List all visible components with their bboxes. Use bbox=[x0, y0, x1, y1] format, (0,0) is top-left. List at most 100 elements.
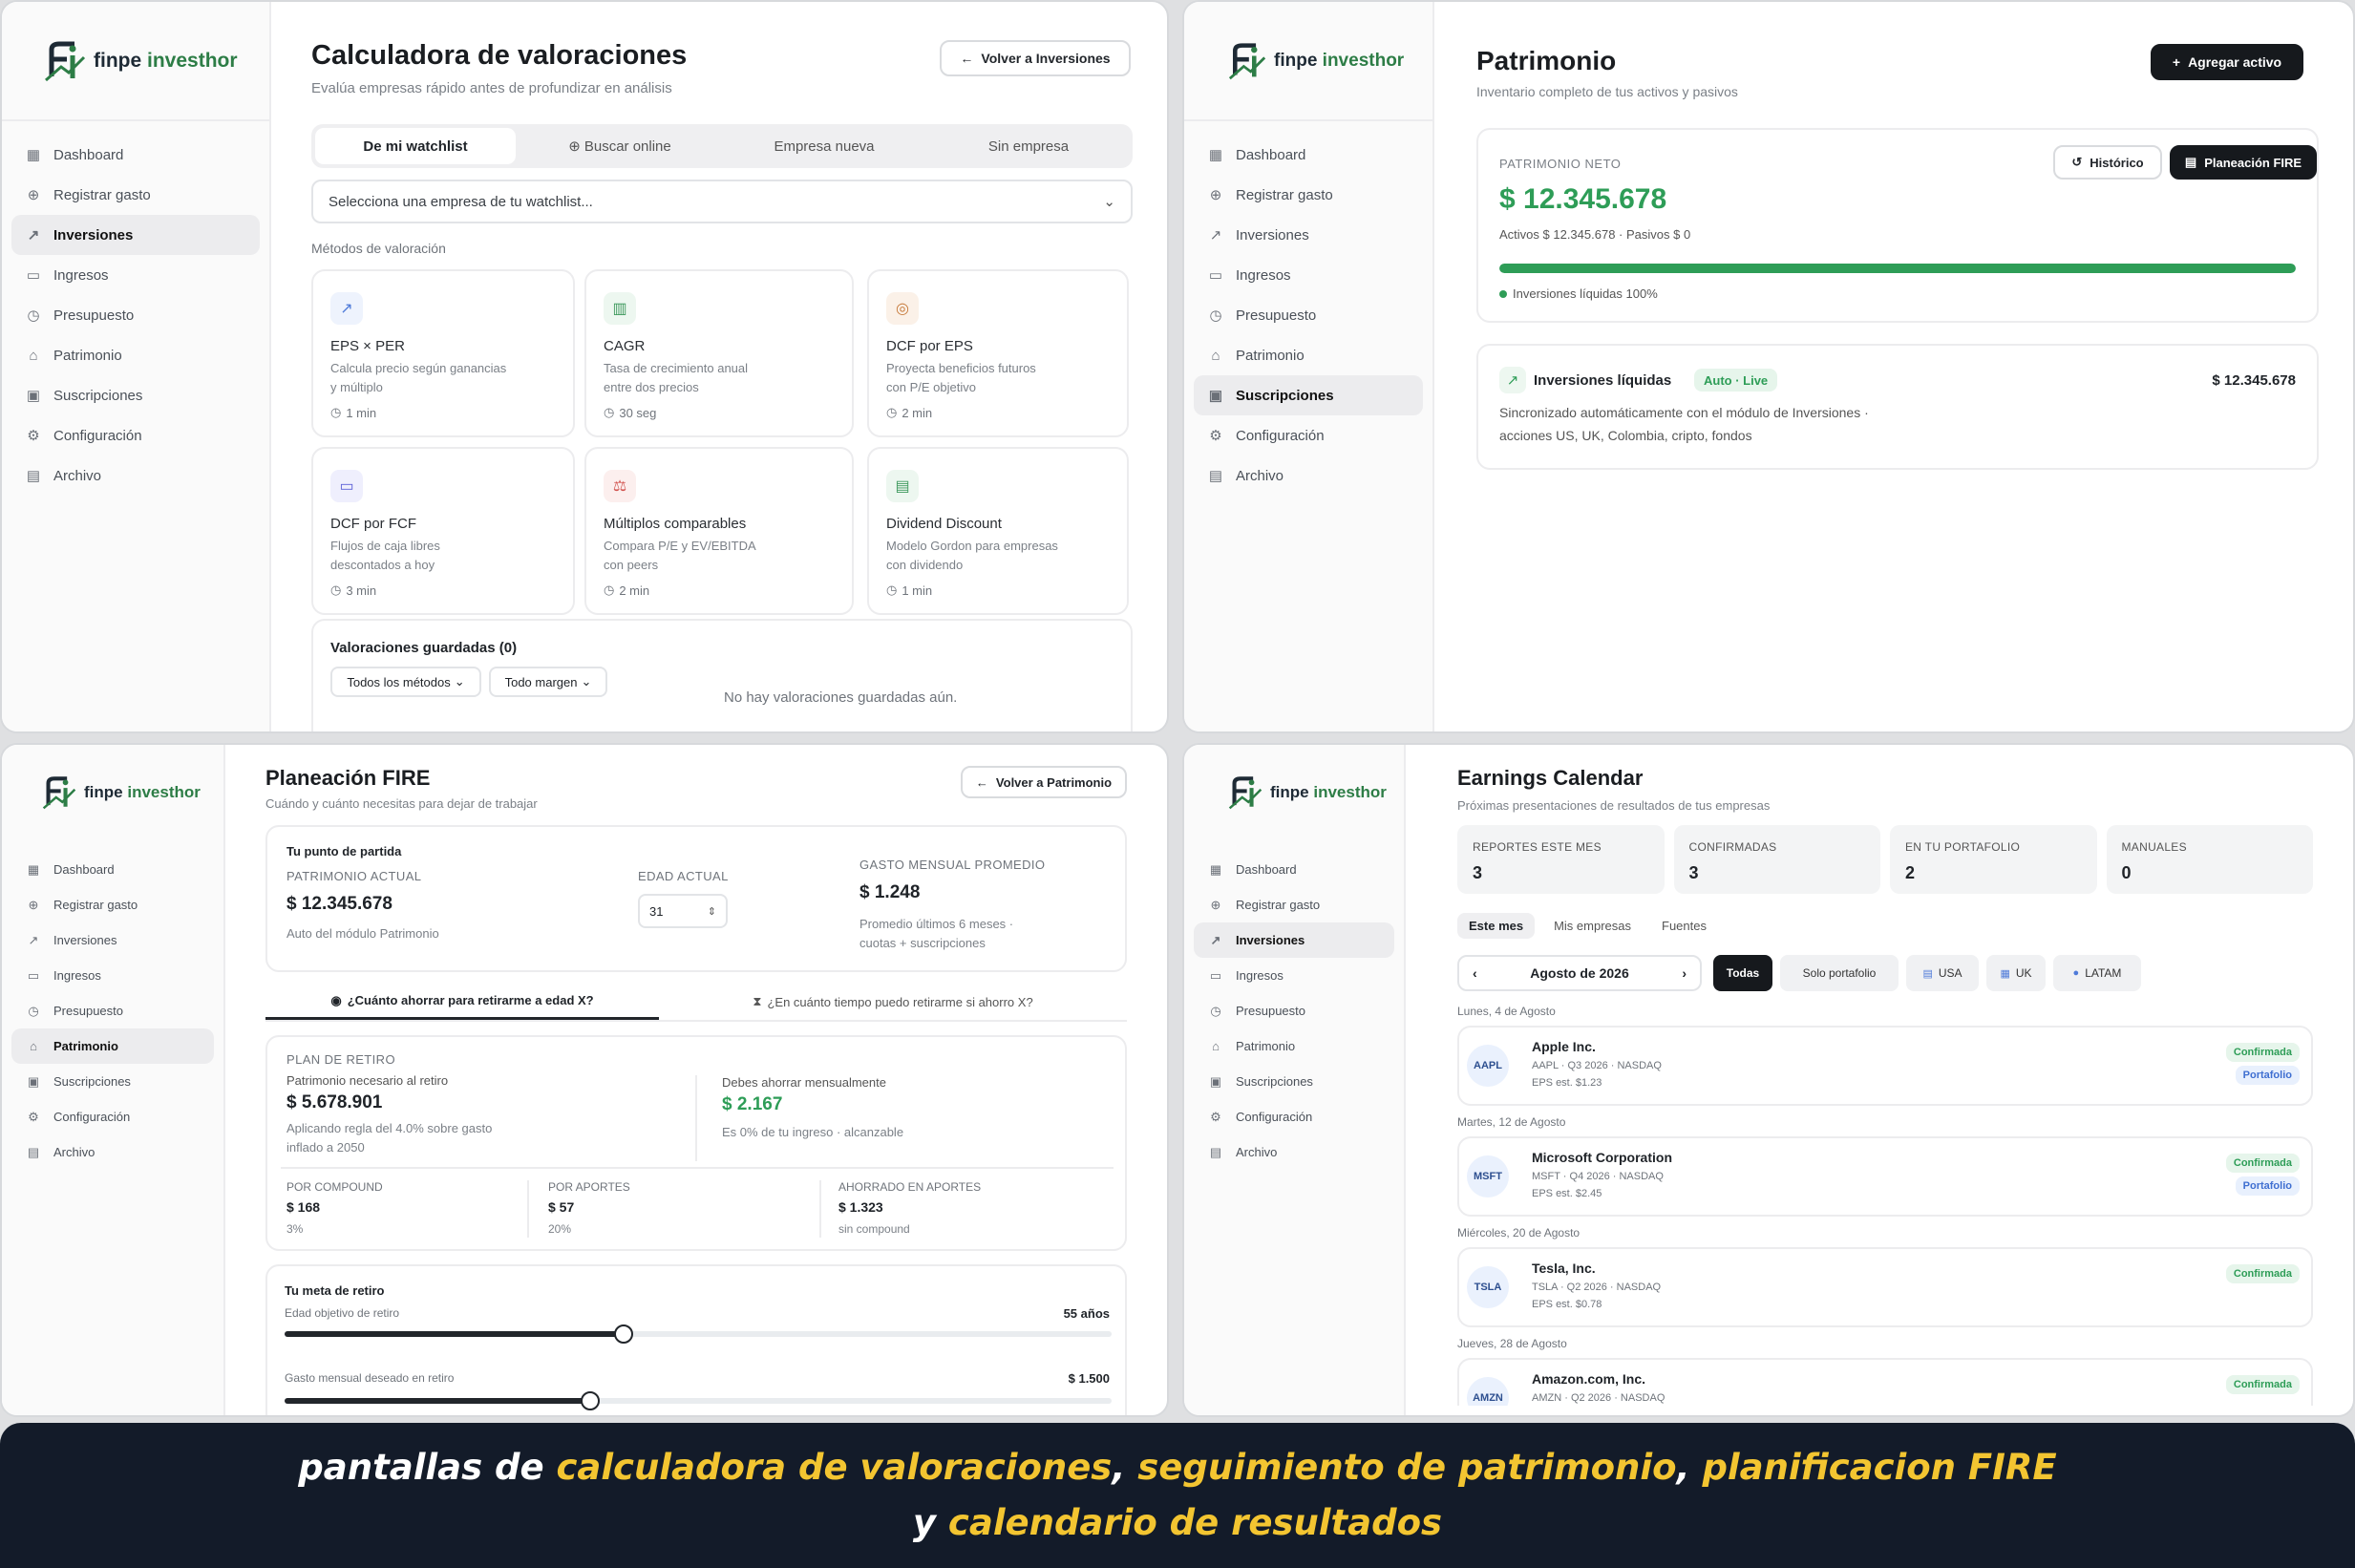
slider-thumb[interactable] bbox=[581, 1391, 601, 1410]
company-select[interactable]: Selecciona una empresa de tu watchlist..… bbox=[311, 180, 1133, 223]
sidebar-item-subscriptions[interactable]: ▣ Suscripciones bbox=[1194, 375, 1423, 415]
desired-spend-slider[interactable] bbox=[285, 1391, 1112, 1410]
sidebar-item-networth[interactable]: ⌂ Patrimonio bbox=[1194, 1028, 1394, 1064]
slider-thumb[interactable] bbox=[614, 1324, 634, 1344]
method-card[interactable]: ⚖ Múltiplos comparables Compara P/E y EV/E… bbox=[584, 447, 854, 615]
sidebar-nav: ▦ Dashboard ⊕ Registrar gasto ↗ Inversiones ▭ I… bbox=[2, 121, 269, 509]
sidebar-item-budget[interactable]: ◷ Presupuesto bbox=[1194, 993, 1394, 1028]
brand-logo[interactable]: finpe investhor bbox=[42, 773, 201, 812]
filter-chip[interactable]: Solo portafolio bbox=[1780, 955, 1899, 991]
sidebar-item-budget[interactable]: ◷ Presupuesto bbox=[11, 295, 260, 335]
tab-new-company[interactable]: Empresa nueva bbox=[724, 128, 924, 164]
margin-filter[interactable]: Todo margen ⌄ bbox=[489, 667, 607, 697]
tab-my-companies[interactable]: Mis empresas bbox=[1542, 913, 1643, 939]
sidebar: finpe investhor ▦ Dashboard ⊕ Registrar gas… bbox=[1184, 2, 1434, 731]
sidebar-item-investments[interactable]: ↗ Inversiones bbox=[11, 922, 214, 958]
sidebar-item-budget[interactable]: ◷ Presupuesto bbox=[1194, 295, 1423, 335]
sidebar-item-label: Archivo bbox=[53, 1145, 95, 1159]
sidebar-item-subscriptions[interactable]: ▣ Suscripciones bbox=[1194, 1064, 1394, 1099]
saved-contrib-note: sin compound bbox=[838, 1222, 910, 1236]
sidebar-item-register-expense[interactable]: ⊕ Registrar gasto bbox=[1194, 175, 1423, 215]
sidebar-item-dashboard[interactable]: ▦ Dashboard bbox=[11, 135, 260, 175]
target-age-slider[interactable] bbox=[285, 1324, 1112, 1344]
add-asset-button[interactable]: + Agregar activo bbox=[2151, 44, 2303, 80]
company-meta: AMZN · Q2 2026 · NASDAQ bbox=[1532, 1392, 1665, 1404]
slider-fill bbox=[285, 1331, 625, 1337]
tab-save-for-age[interactable]: ◉ ¿Cuánto ahorrar para retirarme a edad X… bbox=[265, 984, 659, 1020]
clock-icon: ◷ bbox=[1210, 1003, 1221, 1018]
sidebar-item-label: Registrar gasto bbox=[53, 898, 138, 912]
sidebar-item-income[interactable]: ▭ Ingresos bbox=[1194, 958, 1394, 993]
sidebar-item-subscriptions[interactable]: ▣ Suscripciones bbox=[11, 1064, 214, 1099]
fire-planning-button[interactable]: ▤ Planeación FIRE bbox=[2170, 145, 2317, 180]
earnings-row[interactable]: AAPL Apple Inc. AAPL · Q3 2026 · NASDAQ EPS… bbox=[1457, 1026, 2313, 1106]
method-card[interactable]: ▭ DCF por FCF Flujos de caja libres descont… bbox=[311, 447, 575, 615]
earnings-row[interactable]: AMZN Amazon.com, Inc. AMZN · Q2 2026 · NAS… bbox=[1457, 1358, 2313, 1406]
method-card[interactable]: ◎ DCF por EPS Proyecta beneficios futuros c… bbox=[867, 269, 1129, 437]
sidebar-item-networth[interactable]: ⌂ Patrimonio bbox=[11, 1028, 214, 1064]
plan-divider-horizontal bbox=[281, 1167, 1114, 1169]
ticker-avatar: TSLA bbox=[1467, 1266, 1509, 1308]
sidebar-item-investments[interactable]: ↗ Inversiones bbox=[1194, 215, 1423, 255]
uk-flag-icon: ▦ bbox=[2000, 967, 2010, 980]
tab-time-to-retire[interactable]: ⧗ ¿En cuánto tiempo puedo retirarme si ah… bbox=[659, 984, 1127, 1020]
sidebar-item-budget[interactable]: ◷ Presupuesto bbox=[11, 993, 214, 1028]
stepper-arrows-icon[interactable]: ⇕ bbox=[708, 905, 716, 918]
sidebar-item-investments[interactable]: ↗ Inversiones bbox=[11, 215, 260, 255]
sidebar-item-archive[interactable]: ▤ Archivo bbox=[11, 456, 260, 496]
method-card[interactable]: ▤ Dividend Discount Modelo Gordon para emp… bbox=[867, 447, 1129, 615]
sidebar-item-networth[interactable]: ⌂ Patrimonio bbox=[1194, 335, 1423, 375]
filter-chip[interactable]: Todas bbox=[1713, 955, 1772, 991]
sidebar-item-settings[interactable]: ⚙ Configuración bbox=[11, 415, 260, 456]
age-stepper[interactable]: 31 ⇕ bbox=[638, 894, 728, 928]
sidebar-item-income[interactable]: ▭ Ingresos bbox=[11, 958, 214, 993]
confirmed-badge: Confirmada bbox=[2225, 1264, 2300, 1283]
sidebar-item-label: Presupuesto bbox=[1236, 307, 1317, 324]
tab-search-online[interactable]: ⊕ Buscar online bbox=[520, 128, 720, 164]
sidebar-item-dashboard[interactable]: ▦ Dashboard bbox=[1194, 135, 1423, 175]
chevron-left-icon[interactable]: ‹ bbox=[1473, 965, 1477, 981]
sidebar-item-archive[interactable]: ▤ Archivo bbox=[11, 1134, 214, 1170]
sidebar-item-register-expense[interactable]: ⊕ Registrar gasto bbox=[11, 175, 260, 215]
brand-logo[interactable]: finpe investhor bbox=[1228, 40, 1404, 82]
sidebar-item-register-expense[interactable]: ⊕ Registrar gasto bbox=[11, 887, 214, 922]
sidebar-item-investments[interactable]: ↗ Inversiones bbox=[1194, 922, 1394, 958]
tab-watchlist[interactable]: De mi watchlist bbox=[315, 128, 516, 164]
sidebar-item-dashboard[interactable]: ▦ Dashboard bbox=[11, 852, 214, 887]
stat-value: 3 bbox=[1473, 863, 1483, 882]
sidebar-item-settings[interactable]: ⚙ Configuración bbox=[11, 1099, 214, 1134]
trend-up-icon: ↗ bbox=[1499, 367, 1526, 393]
scale-icon: ⚖ bbox=[604, 470, 636, 502]
filter-chip[interactable]: ▦ UK bbox=[1986, 955, 2046, 991]
earnings-row[interactable]: TSLA Tesla, Inc. TSLA · Q2 2026 · NASDAQ EP… bbox=[1457, 1247, 2313, 1327]
sidebar-item-income[interactable]: ▭ Ingresos bbox=[11, 255, 260, 295]
history-button[interactable]: ↺ Histórico bbox=[2053, 145, 2162, 180]
method-card[interactable]: ▥ CAGR Tasa de crecimiento anual entre dos … bbox=[584, 269, 854, 437]
filter-chip[interactable]: ▤ USA bbox=[1906, 955, 1979, 991]
net-worth-screen: finpe investhor ▦ Dashboard ⊕ Registrar gas… bbox=[1182, 0, 2355, 733]
chevron-right-icon[interactable]: › bbox=[1682, 965, 1687, 981]
method-card[interactable]: ↗ EPS × PER Calcula precio según ganancias… bbox=[311, 269, 575, 437]
sidebar-item-settings[interactable]: ⚙ Configuración bbox=[1194, 1099, 1394, 1134]
sidebar-item-archive[interactable]: ▤ Archivo bbox=[1194, 1134, 1394, 1170]
brand-logo[interactable]: finpe investhor bbox=[44, 38, 238, 84]
earnings-row[interactable]: MSFT Microsoft Corporation MSFT · Q4 2026 … bbox=[1457, 1136, 2313, 1217]
sidebar-item-dashboard[interactable]: ▦ Dashboard bbox=[1194, 852, 1394, 887]
filter-chip[interactable]: ● LATAM bbox=[2053, 955, 2141, 991]
back-to-networth-button[interactable]: ← Volver a Patrimonio bbox=[961, 766, 1127, 798]
plan-divider-vertical bbox=[695, 1075, 697, 1161]
tab-sources[interactable]: Fuentes bbox=[1650, 913, 1718, 939]
tab-this-month[interactable]: Este mes bbox=[1457, 913, 1536, 939]
sidebar-item-subscriptions[interactable]: ▣ Suscripciones bbox=[11, 375, 260, 415]
liquid-investments-card[interactable]: ↗ Inversiones líquidas Auto · Live $ 12.… bbox=[1476, 344, 2319, 470]
method-filter[interactable]: Todos los métodos ⌄ bbox=[330, 667, 481, 697]
brand-logo[interactable]: finpe investhor bbox=[1228, 773, 1387, 812]
sidebar-item-networth[interactable]: ⌂ Patrimonio bbox=[11, 335, 260, 375]
sidebar-item-register-expense[interactable]: ⊕ Registrar gasto bbox=[1194, 887, 1394, 922]
sidebar-item-settings[interactable]: ⚙ Configuración bbox=[1194, 415, 1423, 456]
tab-no-company[interactable]: Sin empresa bbox=[928, 128, 1129, 164]
back-to-investments-button[interactable]: ← Volver a Inversiones bbox=[940, 40, 1131, 76]
sidebar-nav: ▦ Dashboard ⊕ Registrar gasto ↗ Inversiones ▭ I… bbox=[1184, 840, 1404, 1181]
sidebar-item-income[interactable]: ▭ Ingresos bbox=[1194, 255, 1423, 295]
sidebar-item-archive[interactable]: ▤ Archivo bbox=[1194, 456, 1423, 496]
